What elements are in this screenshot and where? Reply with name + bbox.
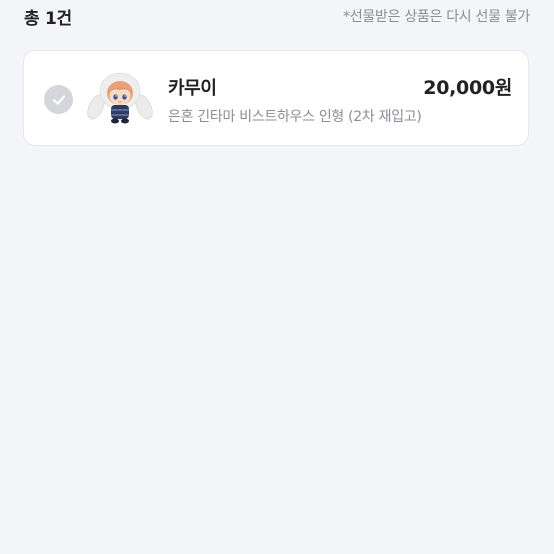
product-name: 카무이 — [168, 78, 217, 99]
list-header: 총 1건 *선물받은 상품은 다시 선물 불가 — [24, 2, 530, 30]
product-thumbnail — [87, 72, 153, 124]
check-icon — [52, 95, 65, 105]
select-checkbox[interactable] — [44, 85, 73, 114]
product-description: 은혼 긴타마 비스트하우스 인형 (2차 재입고) — [168, 109, 422, 125]
total-count-label: 총 1건 — [24, 8, 72, 29]
product-price: 20,000원 — [423, 77, 512, 99]
list-item[interactable]: 카무이 은혼 긴타마 비스트하우스 인형 (2차 재입고) 20,000원 — [23, 50, 529, 146]
gift-notice: *선물받은 상품은 다시 선물 불가 — [343, 9, 530, 25]
